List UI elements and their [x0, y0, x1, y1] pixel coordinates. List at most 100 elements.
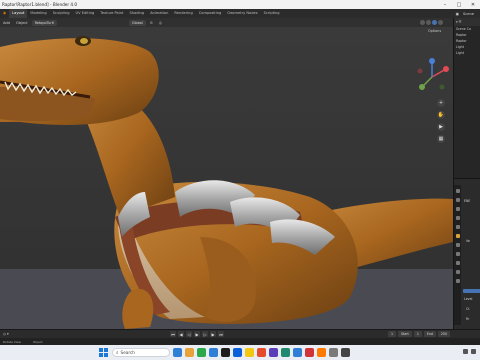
tab-shading[interactable]: Shading [126, 9, 147, 18]
jump-end-button[interactable]: ⏭ [218, 331, 224, 337]
scene-tab-icon[interactable] [455, 216, 460, 220]
constraints-tab-icon[interactable] [455, 261, 460, 265]
taskbar-app-icon[interactable] [269, 348, 278, 357]
snap-icon[interactable]: ⊙ [148, 21, 155, 25]
object-menu[interactable]: Object [14, 21, 30, 25]
search-placeholder: Search [120, 350, 135, 355]
output-tab-icon[interactable] [455, 207, 460, 211]
pan-hand-icon[interactable]: ✋ [437, 111, 445, 119]
proportional-edit-icon[interactable]: ◎ [157, 21, 164, 25]
tool-tab-icon[interactable] [455, 189, 460, 193]
window-title: Raptor\Raptor1.blend] - Blender 4.0 [2, 2, 78, 7]
windows-start-icon[interactable] [99, 348, 108, 357]
end-frame-field[interactable]: 250 [437, 331, 450, 337]
play-button[interactable]: ▶ [194, 331, 200, 337]
properties-label: Rr [466, 317, 470, 321]
start-frame-field[interactable]: 1 [413, 331, 422, 337]
taskbar-app-icon[interactable] [233, 348, 242, 357]
material-tab-icon[interactable] [455, 279, 460, 283]
tab-modeling[interactable]: Modeling [27, 9, 49, 18]
frame-range: 1 Start 1 End 250 [387, 331, 450, 337]
rendered-shading-icon[interactable] [438, 19, 443, 25]
world-tab-icon[interactable] [455, 225, 460, 229]
taskbar-app-icon[interactable] [245, 348, 254, 357]
taskbar-app-icon[interactable] [197, 348, 206, 357]
tab-layout[interactable]: Layout [9, 9, 28, 18]
timeline-menu-icon[interactable]: ◷ ▾ [0, 332, 9, 336]
start-label: Start [398, 331, 412, 337]
blender-logo-icon[interactable]: ◉ [0, 9, 9, 18]
taskbar-app-icon[interactable] [281, 348, 290, 357]
viewport-shading-buttons [420, 19, 443, 25]
taskbar-app-icon[interactable] [341, 348, 350, 357]
status-item: Object [32, 339, 43, 344]
system-tray [463, 349, 476, 354]
add-menu[interactable]: Add [1, 21, 12, 25]
next-keyframe-button[interactable]: ▶ [210, 331, 216, 337]
tab-compositing[interactable]: Compositing [196, 9, 225, 18]
jump-start-button[interactable]: ⏮ [170, 331, 176, 337]
playback-controls: ⏮ ◀ ◁ ▶ ▷ ▶ ⏭ [170, 331, 224, 337]
network-icon[interactable] [463, 349, 468, 354]
transform-orientation-dropdown[interactable]: Global [128, 19, 146, 26]
scene-selector[interactable]: ▣ Scene [456, 9, 474, 18]
volume-icon[interactable] [471, 349, 476, 354]
tab-sculpting[interactable]: Sculpting [50, 9, 73, 18]
window-title-bar: Raptor\Raptor1.blend] - Blender 4.0 – □ … [0, 0, 480, 9]
taskbar-app-icon[interactable] [317, 348, 326, 357]
properties-label: Ct [466, 307, 470, 311]
prev-keyframe-button[interactable]: ◀ [178, 331, 184, 337]
taskbar-app-icon[interactable] [329, 348, 338, 357]
taskbar-app-icon[interactable] [209, 348, 218, 357]
scene-label: Scene [463, 11, 474, 16]
perspective-grid-icon[interactable]: ▦ [437, 135, 445, 143]
status-item: Rotate View [3, 339, 21, 344]
zoom-icon[interactable]: + [437, 99, 445, 107]
navigation-gizmo[interactable] [412, 57, 452, 97]
scene-icon: ▣ [455, 11, 460, 16]
tab-rendering[interactable]: Rendering [171, 9, 195, 18]
solid-shading-icon[interactable] [426, 19, 431, 25]
tab-uv-editing[interactable]: UV Editing [73, 9, 98, 18]
material-preview-shading-icon[interactable] [432, 19, 437, 25]
tab-scripting[interactable]: Scripting [261, 9, 283, 18]
taskbar-app-icon[interactable] [257, 348, 266, 357]
end-label: End [423, 331, 436, 337]
data-tab-icon[interactable] [455, 270, 460, 274]
properties-tabs [454, 185, 461, 325]
workspace-tabs-bar: ◉ Layout Modeling Sculpting UV Editing T… [0, 9, 480, 18]
properties-panel: ENE Ve Level Ct Rr [453, 178, 480, 329]
properties-label: ENE [464, 199, 471, 203]
3d-viewport[interactable]: + ✋ ▶ ▦ Options [0, 27, 453, 329]
taskbar-search[interactable]: ⌕ Search [112, 348, 170, 357]
taskbar-app-icon[interactable] [185, 348, 194, 357]
taskbar-app-icon[interactable] [305, 348, 314, 357]
taskbar-app-icon[interactable] [221, 348, 230, 357]
active-field[interactable] [463, 289, 480, 293]
minimize-button[interactable]: – [438, 0, 452, 9]
tab-geometry-nodes[interactable]: Geometry Nodes [224, 9, 260, 18]
window-controls: – □ ✕ [438, 0, 480, 9]
outliner-panel: ▾ ☰ Scene Co Raptor Raptor Light Light [453, 18, 480, 178]
selection-dropdown[interactable]: RetopoTurtl [31, 19, 57, 26]
render-tab-icon[interactable] [455, 198, 460, 202]
particles-tab-icon[interactable] [455, 243, 460, 247]
maximize-button[interactable]: □ [452, 0, 466, 9]
wireframe-shading-icon[interactable] [420, 19, 425, 25]
step-forward-button[interactable]: ▷ [202, 331, 208, 337]
current-frame-field[interactable]: 1 [387, 331, 397, 337]
tab-animation[interactable]: Animation [147, 9, 171, 18]
taskbar-app-icon[interactable] [173, 348, 182, 357]
search-icon: ⌕ [116, 350, 119, 356]
close-button[interactable]: ✕ [466, 0, 480, 9]
properties-label: Ve [466, 239, 470, 243]
taskbar-app-icon[interactable] [293, 348, 302, 357]
play-reverse-button[interactable]: ◁ [186, 331, 192, 337]
options-dropdown[interactable]: Options [428, 29, 441, 33]
modifier-tab-icon[interactable] [455, 234, 460, 238]
camera-view-icon[interactable]: ▶ [437, 123, 445, 131]
outliner-item[interactable]: Light [454, 50, 480, 56]
tab-texture-paint[interactable]: Texture Paint [97, 9, 126, 18]
os-taskbar: ⌕ Search [0, 345, 480, 360]
physics-tab-icon[interactable] [455, 252, 460, 256]
